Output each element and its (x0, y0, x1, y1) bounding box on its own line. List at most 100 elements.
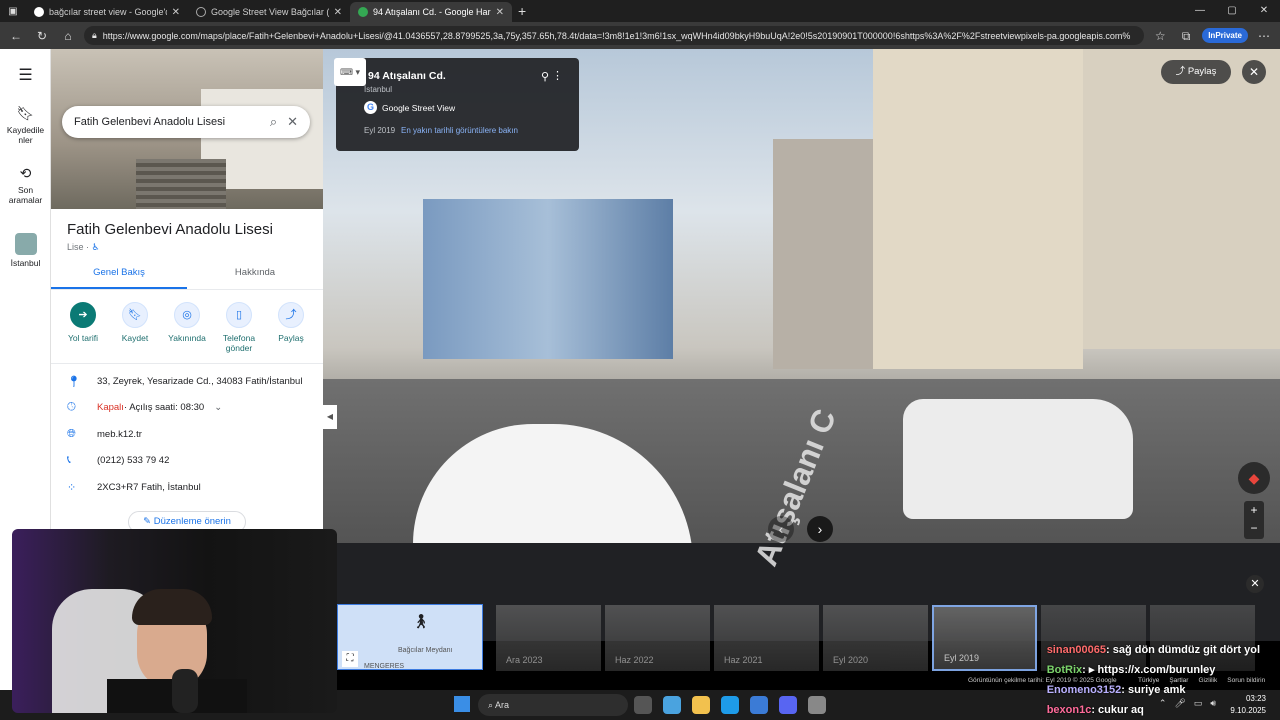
source-label: G Google Street View (364, 101, 455, 114)
browser-toolbar: ← ↻ ⌂ 🔒︎ https://www.google.com/maps/pla… (0, 22, 1280, 49)
suggest-edit-label: Düzenleme önerin (153, 515, 231, 527)
task-view-icon[interactable] (634, 696, 652, 714)
copilot-icon[interactable] (663, 696, 681, 714)
pluscode-row[interactable]: ⁘ 2XC3+R7 Fatih, İstanbul (51, 474, 323, 501)
hamburger-menu-icon[interactable]: ☰ (0, 65, 51, 85)
browser-tab-1[interactable]: bağcılar street view - Google'da A ✕ (26, 2, 188, 22)
zoom-out-button[interactable]: − (1244, 519, 1264, 537)
thumbnail-date: Eyl 2020 (833, 655, 869, 665)
location-pin-icon[interactable]: ⚲ (541, 70, 549, 83)
browser-tab-2[interactable]: Google Street View Bağcılar (İstan ✕ (188, 2, 350, 22)
send-to-phone-button[interactable]: ▯ Telefona gönder (215, 302, 263, 353)
address-bar[interactable]: 🔒︎ https://www.google.com/maps/place/Fat… (84, 26, 1145, 45)
share-label: Paylaş (1187, 66, 1217, 77)
place-category: Lise · ♿︎ (67, 242, 100, 252)
inprivate-badge[interactable]: InPrivate (1202, 28, 1248, 43)
keyboard-icon[interactable]: ⌨ ▾ (334, 58, 366, 86)
nav-arrow-forward[interactable]: › (807, 516, 833, 542)
hours-row[interactable]: 🕓︎ Kapalı · Açılış saati: 08:30 ⌄ (51, 395, 323, 422)
microphone-shape (172, 669, 198, 713)
store-icon[interactable] (750, 696, 768, 714)
close-tab-icon[interactable]: ✕ (334, 7, 342, 18)
edge-icon[interactable] (721, 696, 739, 714)
address-row[interactable]: 📍︎ 33, Zeyrek, Yesarizade Cd., 34083 Fati… (51, 368, 323, 395)
minimap[interactable]: 🚶︎ Bağcılar Meydanı MENGERES ⛶ (337, 604, 483, 670)
timeline-thumbnail[interactable]: Haz 2021 (714, 605, 819, 671)
taskbar-search[interactable]: ⌕ Ara (478, 694, 628, 716)
browser-tab-bar: ▣ bağcılar street view - Google'da A ✕ G… (0, 0, 1280, 22)
bookmark-icon: 🔖︎ (122, 302, 148, 328)
search-box[interactable]: Fatih Gelenbevi Anadolu Lisesi ⌕ ✕ (62, 106, 310, 138)
phone-icon: 📞︎ (67, 454, 71, 467)
app-icon[interactable] (808, 696, 826, 714)
compass-icon[interactable]: ◆ (1238, 462, 1270, 494)
share-button[interactable]: ⤴ Paylaş (1161, 60, 1231, 84)
directions-button[interactable]: ➔ Yol tarifi (59, 302, 107, 353)
phone-row[interactable]: 📞︎ (0212) 533 79 42 (51, 448, 323, 475)
stream-chat: sinan00065: sağ dön dümdüz git dört yol … (1047, 640, 1260, 720)
nav-arrow-back[interactable]: ‹ (768, 516, 794, 542)
close-window-icon[interactable]: ✕ (1248, 0, 1280, 22)
thumbnail-date: Haz 2022 (615, 655, 654, 665)
search-input[interactable]: Fatih Gelenbevi Anadolu Lisesi (74, 116, 260, 128)
street-name: 94 Atışalanı Cd. (368, 70, 446, 82)
action-label: Yakınında (168, 333, 206, 343)
search-label: Ara (495, 700, 510, 710)
building-shape (873, 49, 1083, 369)
discord-icon[interactable] (779, 696, 797, 714)
close-icon[interactable]: ✕ (1242, 60, 1266, 84)
pluscode-icon: ⁘ (67, 481, 77, 494)
chat-user: sinan00065 (1046, 644, 1107, 656)
collapse-panel-button[interactable]: ◀ (323, 405, 337, 429)
capture-date: Eyl 2019 (364, 126, 396, 135)
close-tab-icon[interactable]: ✕ (496, 7, 504, 18)
timeline-thumbnail[interactable]: Eyl 2019 (932, 605, 1037, 671)
new-tab-button[interactable]: + (518, 3, 526, 19)
latest-imagery-link[interactable]: En yakın tarihli görüntülere bakın (401, 126, 518, 135)
maps-pin-icon (358, 7, 368, 17)
zoom-in-button[interactable]: + (1244, 501, 1264, 519)
collections-icon[interactable]: ⧉ (1176, 26, 1196, 46)
minimize-icon[interactable]: — (1184, 0, 1216, 22)
favorite-star-icon[interactable]: ☆ (1150, 26, 1170, 46)
timeline-thumbnail[interactable]: Haz 2022 (605, 605, 710, 671)
file-explorer-icon[interactable] (692, 696, 710, 714)
rail-item-istanbul[interactable]: İstanbul (0, 233, 51, 268)
share-icon: ⤴ (278, 302, 304, 328)
timeline-thumbnail[interactable]: Ara 2023 (496, 605, 601, 671)
back-icon[interactable]: ← (6, 26, 26, 46)
chat-user: BotRix (1046, 664, 1083, 676)
building-shape (1083, 49, 1280, 349)
home-icon[interactable]: ⌂ (58, 26, 78, 46)
search-icon[interactable]: ⌕ (270, 114, 277, 130)
close-icon[interactable]: ✕ (287, 114, 298, 130)
menu-dots-icon[interactable]: ⋯ (1254, 26, 1274, 46)
pegman-icon[interactable]: 🚶︎ (412, 613, 430, 630)
share-button[interactable]: ⤴ Paylaş (267, 302, 315, 353)
expand-icon[interactable]: ⛶ (342, 651, 358, 667)
rail-item-saved[interactable]: 🔖︎ Kaydedile nler (0, 105, 51, 145)
tab-overview[interactable]: Genel Bakış (51, 267, 187, 289)
history-icon: ⟲ (19, 165, 32, 181)
windows-start-icon[interactable] (454, 696, 470, 712)
more-options-icon[interactable]: ⋮ (552, 69, 563, 82)
tab-actions-icon[interactable]: ▣ (0, 6, 26, 17)
chat-text: : suriye amk (1121, 684, 1186, 696)
website-row[interactable]: 🌐︎ meb.k12.tr (51, 421, 323, 448)
action-label: Yol tarifi (68, 333, 98, 343)
save-button[interactable]: 🔖︎ Kaydet (111, 302, 159, 353)
stairs-shape (136, 159, 226, 209)
rail-item-recent[interactable]: ⟲ Son aramalar (0, 165, 51, 205)
maximize-icon[interactable]: ▢ (1216, 0, 1248, 22)
refresh-icon[interactable]: ↻ (32, 26, 52, 46)
van-shape (903, 399, 1133, 519)
close-icon[interactable]: ✕ (1246, 575, 1264, 593)
tab-about[interactable]: Hakkında (187, 267, 323, 289)
suggest-edit-button[interactable]: ✎ Düzenleme önerin (128, 510, 246, 529)
timeline-thumbnail[interactable]: Eyl 2020 (823, 605, 928, 671)
nearby-button[interactable]: ◎ Yakınında (163, 302, 211, 353)
browser-tab-3[interactable]: 94 Atışalanı Cd. - Google Haritala ✕ (350, 2, 512, 22)
close-tab-icon[interactable]: ✕ (172, 7, 180, 18)
nearby-icon: ◎ (174, 302, 200, 328)
action-label: Kaydet (121, 333, 149, 343)
